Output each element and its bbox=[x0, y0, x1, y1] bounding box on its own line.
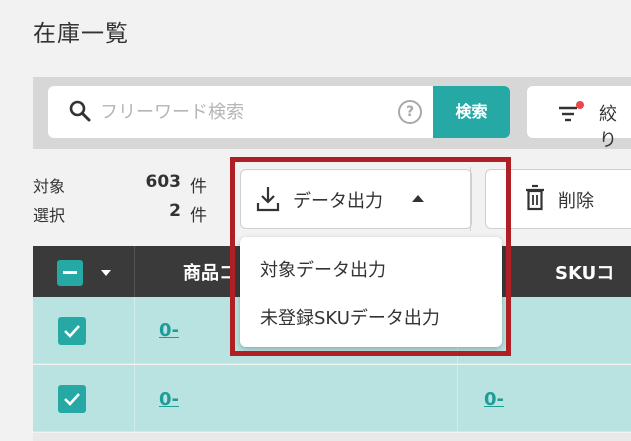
table-row[interactable] bbox=[33, 365, 631, 432]
search-icon bbox=[69, 100, 91, 122]
selected-unit: 件 bbox=[190, 206, 207, 226]
search-button[interactable]: 検索 bbox=[433, 86, 510, 138]
sku-code-link[interactable]: 0- bbox=[484, 389, 504, 410]
target-label: 対象 bbox=[33, 177, 66, 196]
row-divider bbox=[457, 365, 458, 432]
search-input[interactable] bbox=[100, 86, 390, 138]
row-divider bbox=[134, 365, 135, 432]
target-unit: 件 bbox=[190, 177, 207, 197]
select-all-checkbox[interactable] bbox=[57, 260, 83, 286]
selected-count: 2 bbox=[169, 201, 181, 221]
highlight-frame bbox=[230, 157, 511, 356]
product-code-link[interactable]: 0- bbox=[159, 320, 179, 341]
selected-label: 選択 bbox=[33, 206, 66, 225]
page-title: 在庫一覧 bbox=[33, 21, 129, 47]
table-footer bbox=[33, 433, 631, 441]
column-header-product-code[interactable]: 商品コ bbox=[183, 259, 237, 285]
help-icon[interactable]: ? bbox=[398, 100, 422, 124]
product-code-link[interactable]: 0- bbox=[159, 389, 179, 410]
checkbox-icon[interactable] bbox=[58, 385, 86, 413]
chevron-down-icon[interactable] bbox=[101, 270, 111, 276]
target-count: 603 bbox=[145, 172, 182, 192]
filter-icon bbox=[559, 101, 584, 122]
filter-label: 絞り bbox=[599, 104, 617, 151]
column-header-sku-code[interactable]: SKUコ bbox=[555, 259, 614, 285]
header-divider bbox=[134, 246, 135, 297]
delete-label: 削除 bbox=[558, 191, 594, 212]
checkbox-icon[interactable] bbox=[58, 317, 86, 345]
trash-icon bbox=[526, 184, 544, 211]
row-divider bbox=[134, 297, 135, 364]
